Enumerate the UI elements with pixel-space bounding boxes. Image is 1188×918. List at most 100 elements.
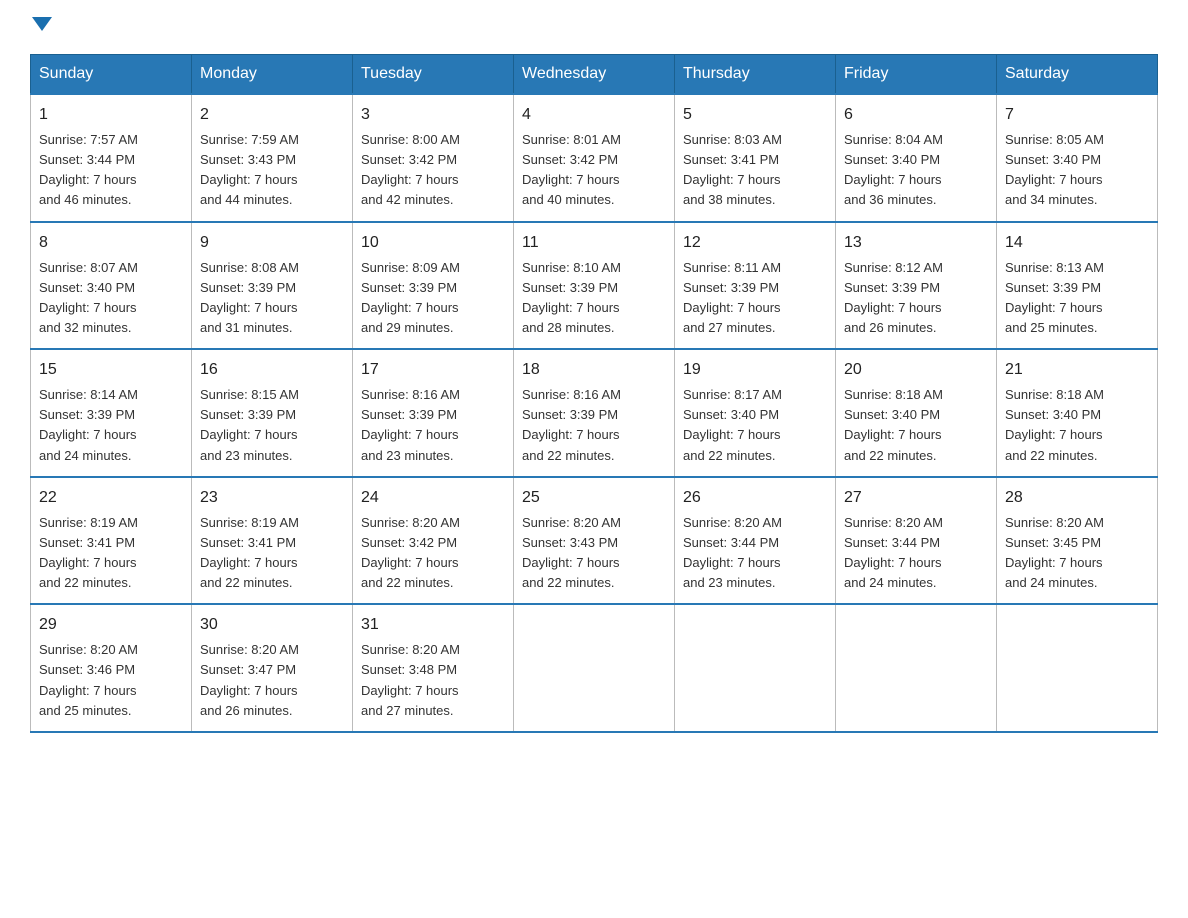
day-info: Sunrise: 8:20 AMSunset: 3:43 PMDaylight:… [522,513,666,594]
day-info: Sunrise: 8:18 AMSunset: 3:40 PMDaylight:… [1005,385,1149,466]
day-info: Sunrise: 8:12 AMSunset: 3:39 PMDaylight:… [844,258,988,339]
calendar-cell: 25 Sunrise: 8:20 AMSunset: 3:43 PMDayligh… [514,477,675,605]
day-info: Sunrise: 7:59 AMSunset: 3:43 PMDaylight:… [200,130,344,211]
day-info: Sunrise: 8:16 AMSunset: 3:39 PMDaylight:… [522,385,666,466]
day-number: 1 [39,103,183,127]
week-row-4: 22 Sunrise: 8:19 AMSunset: 3:41 PMDayligh… [31,477,1158,605]
day-number: 7 [1005,103,1149,127]
calendar-cell: 20 Sunrise: 8:18 AMSunset: 3:40 PMDayligh… [836,349,997,477]
calendar-cell: 24Sunrise: 8:20 AMSunset: 3:42 PMDayligh… [353,477,514,605]
calendar-cell: 7Sunrise: 8:05 AMSunset: 3:40 PMDaylight… [997,94,1158,222]
day-info: Sunrise: 8:01 AMSunset: 3:42 PMDaylight:… [522,130,666,211]
logo [30,20,52,34]
day-info: Sunrise: 8:19 AMSunset: 3:41 PMDaylight:… [200,513,344,594]
calendar-cell: 26 Sunrise: 8:20 AMSunset: 3:44 PMDayligh… [675,477,836,605]
weekday-header-wednesday: Wednesday [514,55,675,95]
day-number: 15 [39,358,183,382]
day-info: Sunrise: 8:20 AMSunset: 3:45 PMDaylight:… [1005,513,1149,594]
week-row-2: 8 Sunrise: 8:07 AMSunset: 3:40 PMDaylight… [31,222,1158,350]
calendar-cell: 3Sunrise: 8:00 AMSunset: 3:42 PMDaylight… [353,94,514,222]
calendar-cell [675,604,836,732]
calendar-cell: 2 Sunrise: 7:59 AMSunset: 3:43 PMDaylight… [192,94,353,222]
calendar-cell: 30 Sunrise: 8:20 AMSunset: 3:47 PMDayligh… [192,604,353,732]
day-number: 8 [39,231,183,255]
day-info: Sunrise: 8:10 AMSunset: 3:39 PMDaylight:… [522,258,666,339]
day-info: Sunrise: 8:11 AMSunset: 3:39 PMDaylight:… [683,258,827,339]
calendar-cell: 27 Sunrise: 8:20 AMSunset: 3:44 PMDayligh… [836,477,997,605]
calendar-cell: 15 Sunrise: 8:14 AMSunset: 3:39 PMDayligh… [31,349,192,477]
day-info: Sunrise: 8:20 AMSunset: 3:44 PMDaylight:… [683,513,827,594]
calendar-cell [836,604,997,732]
calendar-cell: 23 Sunrise: 8:19 AMSunset: 3:41 PMDayligh… [192,477,353,605]
day-info: Sunrise: 8:17 AMSunset: 3:40 PMDaylight:… [683,385,827,466]
calendar-cell: 14Sunrise: 8:13 AMSunset: 3:39 PMDayligh… [997,222,1158,350]
day-info: Sunrise: 8:04 AMSunset: 3:40 PMDaylight:… [844,130,988,211]
day-info: Sunrise: 8:20 AMSunset: 3:48 PMDaylight:… [361,640,505,721]
calendar-table: SundayMondayTuesdayWednesdayThursdayFrid… [30,54,1158,733]
week-row-1: 1 Sunrise: 7:57 AMSunset: 3:44 PMDaylight… [31,94,1158,222]
day-number: 17 [361,358,505,382]
page-header [30,20,1158,34]
calendar-cell: 18 Sunrise: 8:16 AMSunset: 3:39 PMDayligh… [514,349,675,477]
calendar-cell: 31 Sunrise: 8:20 AMSunset: 3:48 PMDayligh… [353,604,514,732]
calendar-cell [514,604,675,732]
day-number: 30 [200,613,344,637]
calendar-cell: 19 Sunrise: 8:17 AMSunset: 3:40 PMDayligh… [675,349,836,477]
day-number: 12 [683,231,827,255]
day-info: Sunrise: 8:19 AMSunset: 3:41 PMDaylight:… [39,513,183,594]
day-number: 14 [1005,231,1149,255]
calendar-cell: 21 Sunrise: 8:18 AMSunset: 3:40 PMDayligh… [997,349,1158,477]
day-number: 26 [683,486,827,510]
day-number: 16 [200,358,344,382]
week-row-5: 29 Sunrise: 8:20 AMSunset: 3:46 PMDayligh… [31,604,1158,732]
day-number: 18 [522,358,666,382]
calendar-cell: 12 Sunrise: 8:11 AMSunset: 3:39 PMDayligh… [675,222,836,350]
calendar-cell [997,604,1158,732]
day-number: 9 [200,231,344,255]
calendar-cell: 8 Sunrise: 8:07 AMSunset: 3:40 PMDaylight… [31,222,192,350]
day-number: 28 [1005,486,1149,510]
day-info: Sunrise: 8:09 AMSunset: 3:39 PMDaylight:… [361,258,505,339]
calendar-cell: 11 Sunrise: 8:10 AMSunset: 3:39 PMDayligh… [514,222,675,350]
weekday-header-monday: Monday [192,55,353,95]
day-info: Sunrise: 8:08 AMSunset: 3:39 PMDaylight:… [200,258,344,339]
day-number: 4 [522,103,666,127]
logo-triangle-icon [32,17,52,31]
day-number: 19 [683,358,827,382]
day-number: 29 [39,613,183,637]
calendar-cell: 28 Sunrise: 8:20 AMSunset: 3:45 PMDayligh… [997,477,1158,605]
calendar-cell: 6Sunrise: 8:04 AMSunset: 3:40 PMDaylight… [836,94,997,222]
day-info: Sunrise: 7:57 AMSunset: 3:44 PMDaylight:… [39,130,183,211]
day-info: Sunrise: 8:20 AMSunset: 3:46 PMDaylight:… [39,640,183,721]
weekday-header-sunday: Sunday [31,55,192,95]
calendar-cell: 13Sunrise: 8:12 AMSunset: 3:39 PMDayligh… [836,222,997,350]
week-row-3: 15 Sunrise: 8:14 AMSunset: 3:39 PMDayligh… [31,349,1158,477]
day-number: 21 [1005,358,1149,382]
weekday-header-row: SundayMondayTuesdayWednesdayThursdayFrid… [31,55,1158,95]
weekday-header-thursday: Thursday [675,55,836,95]
calendar-cell: 22 Sunrise: 8:19 AMSunset: 3:41 PMDayligh… [31,477,192,605]
day-number: 20 [844,358,988,382]
day-number: 31 [361,613,505,637]
day-number: 22 [39,486,183,510]
calendar-cell: 17 Sunrise: 8:16 AMSunset: 3:39 PMDayligh… [353,349,514,477]
day-number: 5 [683,103,827,127]
day-number: 11 [522,231,666,255]
day-info: Sunrise: 8:16 AMSunset: 3:39 PMDaylight:… [361,385,505,466]
day-number: 25 [522,486,666,510]
day-number: 27 [844,486,988,510]
calendar-cell: 10Sunrise: 8:09 AMSunset: 3:39 PMDayligh… [353,222,514,350]
calendar-cell: 5 Sunrise: 8:03 AMSunset: 3:41 PMDaylight… [675,94,836,222]
day-info: Sunrise: 8:20 AMSunset: 3:47 PMDaylight:… [200,640,344,721]
day-info: Sunrise: 8:14 AMSunset: 3:39 PMDaylight:… [39,385,183,466]
day-info: Sunrise: 8:20 AMSunset: 3:44 PMDaylight:… [844,513,988,594]
day-number: 2 [200,103,344,127]
calendar-cell: 29 Sunrise: 8:20 AMSunset: 3:46 PMDayligh… [31,604,192,732]
day-number: 24 [361,486,505,510]
weekday-header-saturday: Saturday [997,55,1158,95]
day-number: 23 [200,486,344,510]
day-info: Sunrise: 8:18 AMSunset: 3:40 PMDaylight:… [844,385,988,466]
day-info: Sunrise: 8:03 AMSunset: 3:41 PMDaylight:… [683,130,827,211]
weekday-header-tuesday: Tuesday [353,55,514,95]
day-info: Sunrise: 8:07 AMSunset: 3:40 PMDaylight:… [39,258,183,339]
